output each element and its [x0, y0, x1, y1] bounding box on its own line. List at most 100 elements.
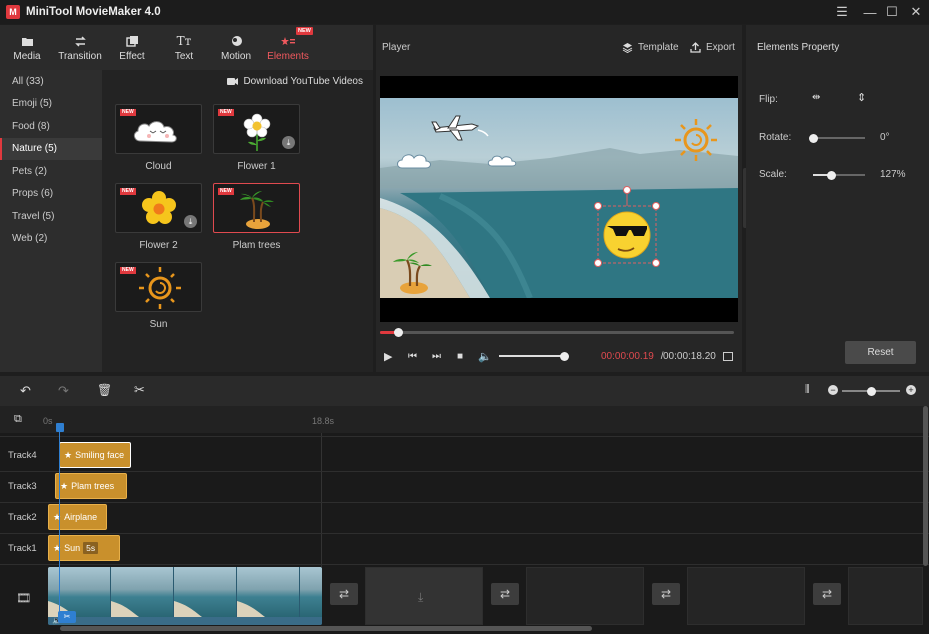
empty-slot-2[interactable] — [526, 567, 644, 625]
next-frame-icon[interactable]: ⏭ — [432, 351, 441, 362]
element-gallery: Download YouTube Videos NEW Cloud NEW ⤓ … — [102, 70, 373, 372]
scale-handle[interactable] — [827, 171, 836, 180]
element-label-plam-trees: Plam trees — [213, 240, 300, 251]
flip-vertical-icon[interactable]: ⇕ — [857, 91, 866, 104]
track-header-2: Track2 — [0, 502, 43, 533]
stop-icon[interactable]: ■ — [457, 351, 463, 362]
tab-elements[interactable]: NEW Elements — [262, 25, 314, 70]
element-tile-sun[interactable]: NEW — [115, 262, 202, 312]
transition-icon: ⇄ — [339, 587, 349, 601]
vertical-scrollbar[interactable] — [923, 406, 928, 566]
undo-icon[interactable]: ↶ — [20, 383, 31, 399]
split-icon[interactable]: ✂ — [134, 382, 145, 398]
effect-icon — [126, 33, 139, 49]
airplane-element[interactable] — [432, 116, 488, 140]
category-web[interactable]: Web (2) — [0, 228, 102, 251]
fullscreen-icon[interactable] — [723, 352, 733, 361]
cloud-element-2[interactable] — [488, 156, 516, 166]
flip-horizontal-icon[interactable]: ⇹ — [812, 92, 820, 103]
scale-label: Scale: — [759, 169, 787, 180]
transition-slot-4[interactable]: ⇄ — [813, 583, 841, 605]
category-travel[interactable]: Travel (5) — [0, 205, 102, 228]
redo-icon[interactable]: ↷ — [58, 383, 69, 399]
element-tile-flower-1[interactable]: NEW ⤓ — [213, 104, 300, 154]
playhead-handle[interactable] — [56, 423, 64, 432]
track-divider — [0, 564, 929, 565]
scale-slider[interactable] — [813, 174, 865, 176]
tab-text-label: Text — [175, 51, 193, 62]
delete-icon[interactable]: 🗑 — [97, 383, 112, 397]
transition-icon: ⇄ — [822, 587, 832, 601]
volume-handle[interactable] — [560, 352, 569, 361]
seek-bar[interactable] — [380, 331, 734, 334]
play-icon[interactable]: ▶ — [384, 350, 392, 363]
clip-smiling-face[interactable]: ★Smiling face — [59, 442, 131, 468]
current-time: 00:00:00.19 — [601, 351, 654, 362]
folder-icon — [21, 33, 34, 49]
clip-plam-trees[interactable]: ★Plam trees — [55, 473, 127, 499]
tab-elements-label: Elements — [267, 51, 309, 62]
template-button[interactable]: Template — [622, 42, 679, 53]
zoom-handle[interactable] — [867, 387, 876, 396]
new-badge: NEW — [218, 188, 234, 195]
horizontal-scrollbar[interactable] — [60, 626, 592, 631]
template-label: Template — [638, 42, 679, 53]
rotate-slider[interactable] — [813, 137, 865, 139]
category-all[interactable]: All (33) — [0, 70, 102, 93]
playhead-split-icon[interactable]: ✂ — [58, 611, 76, 623]
transition-slot-2[interactable]: ⇄ — [491, 583, 519, 605]
volume-slider[interactable] — [499, 355, 567, 357]
seek-handle[interactable] — [394, 328, 403, 337]
category-props[interactable]: Props (6) — [0, 183, 102, 206]
clip-airplane[interactable]: ★Airplane — [48, 504, 107, 530]
previous-frame-icon[interactable]: ⏮ — [408, 351, 417, 362]
tab-media[interactable]: Media — [0, 25, 54, 70]
tab-text[interactable]: Tт Text — [158, 25, 210, 70]
tab-effect[interactable]: Effect — [106, 25, 158, 70]
download-youtube-link[interactable]: Download YouTube Videos — [227, 76, 363, 87]
transition-slot-1[interactable]: ⇄ — [330, 583, 358, 605]
reset-button[interactable]: Reset — [845, 341, 916, 364]
swap-icon — [74, 33, 87, 49]
category-nature[interactable]: Nature (5) — [0, 138, 102, 161]
tab-motion[interactable]: Motion — [210, 25, 262, 70]
clip-airplane-label: Airplane — [64, 512, 97, 522]
elements-icon — [281, 33, 295, 49]
tab-motion-label: Motion — [221, 51, 251, 62]
category-pets[interactable]: Pets (2) — [0, 160, 102, 183]
element-tile-cloud[interactable]: NEW — [115, 104, 202, 154]
category-food[interactable]: Food (8) — [0, 115, 102, 138]
video-clip[interactable] — [48, 567, 322, 625]
fit-timeline-icon[interactable]: ⫼ — [805, 384, 810, 395]
empty-slot-3[interactable] — [687, 567, 805, 625]
transition-slot-3[interactable]: ⇄ — [652, 583, 680, 605]
player-title: Player — [382, 42, 410, 53]
zoom-in-icon[interactable]: + — [906, 385, 916, 395]
video-preview[interactable] — [380, 76, 738, 322]
import-icon: ⤓ — [418, 590, 423, 605]
element-clip-icon: ★ — [64, 450, 72, 461]
download-icon[interactable]: ⤓ — [282, 136, 295, 149]
beach-scene-image — [380, 98, 738, 298]
zoom-out-icon[interactable]: − — [828, 385, 838, 395]
tab-transition[interactable]: Transition — [54, 25, 106, 70]
rotate-handle[interactable] — [809, 134, 818, 143]
video-track-icon: 🎞 — [16, 591, 31, 605]
flip-label: Flip: — [759, 94, 778, 105]
menu-icon[interactable]: ☰ — [828, 0, 856, 24]
category-emoji[interactable]: Emoji (5) — [0, 93, 102, 116]
cloud-element-1[interactable] — [398, 155, 431, 168]
track-header-4: Track4 — [0, 440, 43, 471]
zoom-slider[interactable] — [842, 390, 900, 392]
add-track-icon[interactable]: ⧉ — [14, 413, 22, 426]
volume-icon[interactable]: 🔈 — [478, 350, 492, 363]
empty-slot-1[interactable]: ⤓ — [365, 567, 483, 625]
empty-slot-4[interactable] — [848, 567, 923, 625]
element-tile-flower-2[interactable]: NEW ⤓ — [115, 183, 202, 233]
element-label-cloud: Cloud — [115, 161, 202, 172]
close-icon[interactable]: ✕ — [902, 0, 929, 24]
element-tile-plam-trees[interactable]: NEW — [213, 183, 300, 233]
export-button[interactable]: Export — [690, 42, 735, 53]
track-divider — [0, 471, 929, 472]
download-icon[interactable]: ⤓ — [184, 215, 197, 228]
